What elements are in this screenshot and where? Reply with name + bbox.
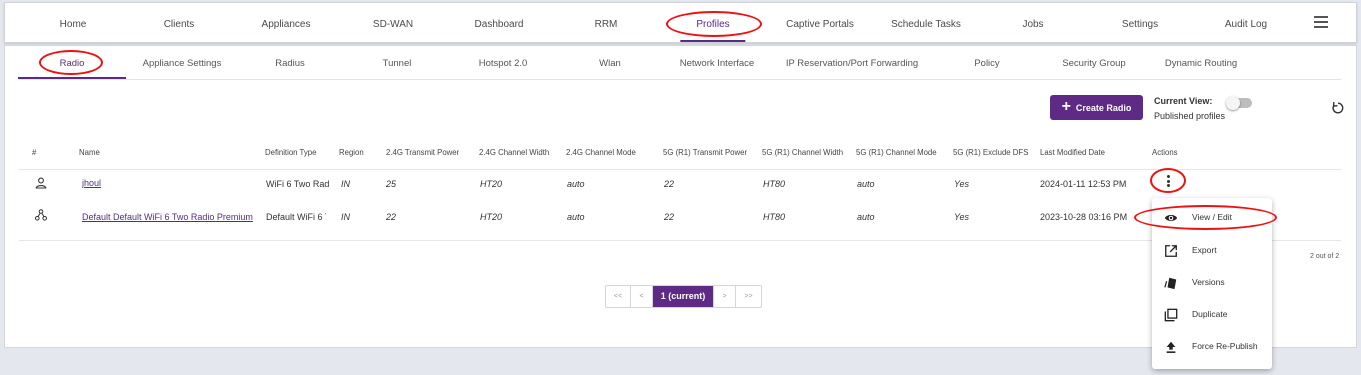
row2-dfs: Yes xyxy=(954,212,970,222)
row1-name-link[interactable]: jhoul xyxy=(82,178,101,188)
versions-icon xyxy=(1164,277,1177,290)
pagination: << < 1 (current) > >> xyxy=(605,285,762,308)
page-last-button[interactable]: >> xyxy=(736,286,761,307)
nav-appliances[interactable]: Appliances xyxy=(262,3,311,42)
page-next-button[interactable]: > xyxy=(714,286,736,307)
table-bottom-divider xyxy=(19,240,1341,241)
col-index: # xyxy=(32,148,37,157)
nav-jobs[interactable]: Jobs xyxy=(1022,3,1043,42)
eye-icon xyxy=(1164,215,1178,221)
col-tx5[interactable]: 5G (R1) Transmit Power xyxy=(663,148,747,157)
duplicate-icon xyxy=(1164,308,1178,322)
subtab-ip-reservation[interactable]: IP Reservation/Port Forwarding xyxy=(786,52,918,79)
share-network-icon xyxy=(35,209,47,221)
external-link-icon xyxy=(1165,245,1177,257)
row2-cw5: HT80 xyxy=(763,212,786,222)
subtab-wlan[interactable]: Wlan xyxy=(599,52,621,79)
nav-dashboard[interactable]: Dashboard xyxy=(475,3,524,42)
menu-force-republish[interactable]: Force Re-Publish xyxy=(1152,332,1272,362)
subtab-radio[interactable]: Radio xyxy=(18,52,126,79)
row1-cm5: auto xyxy=(857,179,875,189)
row1-modified: 2024-01-11 12:53 PM xyxy=(1040,179,1127,189)
menu-duplicate[interactable]: Duplicate xyxy=(1152,300,1272,330)
row1-cm24: auto xyxy=(567,179,585,189)
col-cm24[interactable]: 2.4G Channel Mode xyxy=(566,148,636,157)
col-definition-type[interactable]: Definition Type xyxy=(265,148,316,157)
current-view: Current View: Published profiles xyxy=(1154,96,1225,121)
plus-icon: + xyxy=(1061,97,1071,115)
upload-icon xyxy=(1166,341,1176,353)
col-region[interactable]: Region xyxy=(339,148,364,157)
menu-force-republish-label: Force Re-Publish xyxy=(1192,341,1258,351)
subtab-policy[interactable]: Policy xyxy=(974,52,999,79)
create-radio-button[interactable]: + Create Radio xyxy=(1050,95,1143,120)
nav-rrm[interactable]: RRM xyxy=(595,3,618,42)
col-cw24[interactable]: 2.4G Channel Width xyxy=(479,148,549,157)
page-prev-button[interactable]: < xyxy=(631,286,653,307)
col-cw5[interactable]: 5G (R1) Channel Width xyxy=(762,148,843,157)
top-navigation: Home Clients Appliances SD-WAN Dashboard… xyxy=(4,2,1357,43)
row2-tx5: 22 xyxy=(664,212,675,222)
page-current[interactable]: 1 (current) xyxy=(653,286,714,307)
subtab-appliance-settings[interactable]: Appliance Settings xyxy=(143,52,222,79)
profile-subnav: Radio Appliance Settings Radius Tunnel H… xyxy=(18,52,1341,80)
row1-cw5: HT80 xyxy=(763,179,786,189)
col-dfs[interactable]: 5G (R1) Exclude DFS xyxy=(953,148,1028,157)
nav-audit-log[interactable]: Audit Log xyxy=(1225,3,1267,42)
hamburger-icon[interactable] xyxy=(1314,16,1328,28)
col-tx24[interactable]: 2.4G Transmit Power xyxy=(386,148,459,157)
menu-versions-label: Versions xyxy=(1192,277,1225,287)
nav-clients[interactable]: Clients xyxy=(164,3,195,42)
row1-cw24: HT20 xyxy=(480,179,503,189)
row1-tx5: 22 xyxy=(664,179,675,189)
row2-name-link[interactable]: Default Default WiFi 6 Two Radio Premium xyxy=(82,212,254,222)
row1-dfs: Yes xyxy=(954,179,970,189)
col-modified[interactable]: Last Modified Date xyxy=(1040,148,1105,157)
menu-export[interactable]: Export xyxy=(1152,236,1272,266)
menu-duplicate-label: Duplicate xyxy=(1192,309,1228,319)
user-icon xyxy=(35,177,47,189)
menu-export-label: Export xyxy=(1192,245,1217,255)
row1-tx24: 25 xyxy=(386,179,397,189)
row2-region: IN xyxy=(341,212,350,222)
row2-definition-type: Default WiFi 6 Two Radio xyxy=(266,212,326,222)
subtab-radius[interactable]: Radius xyxy=(275,52,305,79)
row1-definition-type: WiFi 6 Two Radio xyxy=(266,179,329,189)
row2-modified: 2023-10-28 03:16 PM xyxy=(1040,212,1128,222)
subtab-dynamic-routing[interactable]: Dynamic Routing xyxy=(1165,52,1237,79)
menu-view-edit[interactable]: View / Edit xyxy=(1152,203,1272,233)
nav-settings[interactable]: Settings xyxy=(1122,3,1158,42)
current-view-label: Current View: xyxy=(1154,96,1213,106)
page-first-button[interactable]: << xyxy=(606,286,631,307)
col-name[interactable]: Name xyxy=(79,148,100,157)
subtab-tunnel[interactable]: Tunnel xyxy=(383,52,412,79)
menu-view-edit-label: View / Edit xyxy=(1192,212,1233,222)
col-actions: Actions xyxy=(1152,148,1178,157)
create-radio-label: Create Radio xyxy=(1075,102,1132,113)
row1-region: IN xyxy=(341,179,350,189)
nav-captive-portals[interactable]: Captive Portals xyxy=(786,3,854,42)
nav-schedule-tasks[interactable]: Schedule Tasks xyxy=(891,3,961,42)
subtab-network-interface[interactable]: Network Interface xyxy=(680,52,754,79)
subtab-security-group[interactable]: Security Group xyxy=(1062,52,1125,79)
row2-cw24: HT20 xyxy=(480,212,503,222)
current-view-value: Published profiles xyxy=(1154,111,1226,121)
view-toggle[interactable] xyxy=(1226,96,1252,110)
nav-profiles[interactable]: Profiles xyxy=(680,3,746,42)
result-count: 2 out of 2 xyxy=(1310,253,1340,260)
row2-tx24: 22 xyxy=(386,212,397,222)
row1-actions-kebab-icon[interactable] xyxy=(1165,175,1171,189)
toggle-knob xyxy=(1226,96,1240,110)
row2-cm5: auto xyxy=(857,212,875,222)
col-cm5[interactable]: 5G (R1) Channel Mode xyxy=(856,148,937,157)
row2-cm24: auto xyxy=(567,212,585,222)
actions-dropdown-menu: View / Edit Export Versions Duplicate Fo… xyxy=(1152,198,1272,369)
nav-sd-wan[interactable]: SD-WAN xyxy=(373,3,413,42)
refresh-icon[interactable] xyxy=(1331,101,1345,115)
subtab-hotspot[interactable]: Hotspot 2.0 xyxy=(479,52,528,79)
menu-versions[interactable]: Versions xyxy=(1152,268,1272,298)
nav-home[interactable]: Home xyxy=(60,3,87,42)
header-divider xyxy=(19,169,1341,170)
